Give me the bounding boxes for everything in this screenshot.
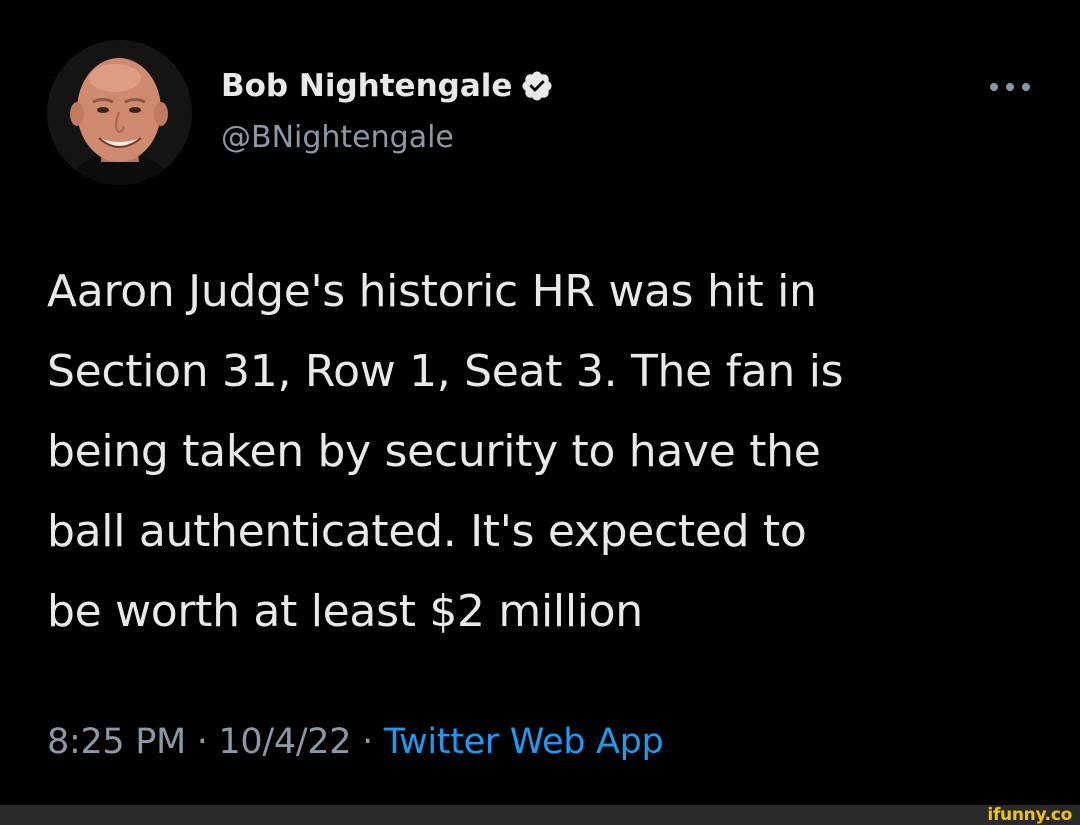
author-name-row[interactable]: Bob Nightengale (221, 68, 554, 104)
avatar[interactable] (47, 40, 192, 185)
tweet-text-line: ball authenticated. It's expected to (47, 506, 807, 557)
tweet-text-line: Section 31, Row 1, Seat 3. The fan is (47, 346, 844, 397)
more-options-button[interactable] (980, 72, 1040, 102)
meta-separator: · (196, 722, 208, 762)
author-display-name[interactable]: Bob Nightengale (221, 68, 512, 104)
profile-photo-icon (47, 40, 192, 185)
tweet-text-line: being taken by security to have the (47, 426, 821, 477)
verified-badge-icon (520, 69, 554, 103)
meta-separator: · (362, 722, 373, 762)
tweet-date[interactable]: 10/4/22 (218, 722, 351, 762)
tweet-text-line: be worth at least $2 million (47, 586, 643, 637)
tweet-time[interactable]: 8:25 PM (47, 722, 186, 762)
tweet-card: Bob Nightengale @BNightengale Aaron Judg… (0, 0, 1080, 805)
tweet-source-link[interactable]: Twitter Web App (384, 722, 664, 762)
tweet-text-line: Aaron Judge's historic HR was hit in (47, 266, 817, 317)
author-handle[interactable]: @BNightengale (221, 120, 454, 155)
tweet-metadata: 8:25 PM · 10/4/22 · Twitter Web App (47, 722, 664, 762)
more-dots-icon (990, 83, 1030, 91)
watermark-bar: ifunny.co (0, 805, 1080, 825)
ifunny-watermark: ifunny.co (987, 805, 1072, 825)
tweet-text: Aaron Judge's historic HR was hit in Sec… (47, 252, 1057, 652)
